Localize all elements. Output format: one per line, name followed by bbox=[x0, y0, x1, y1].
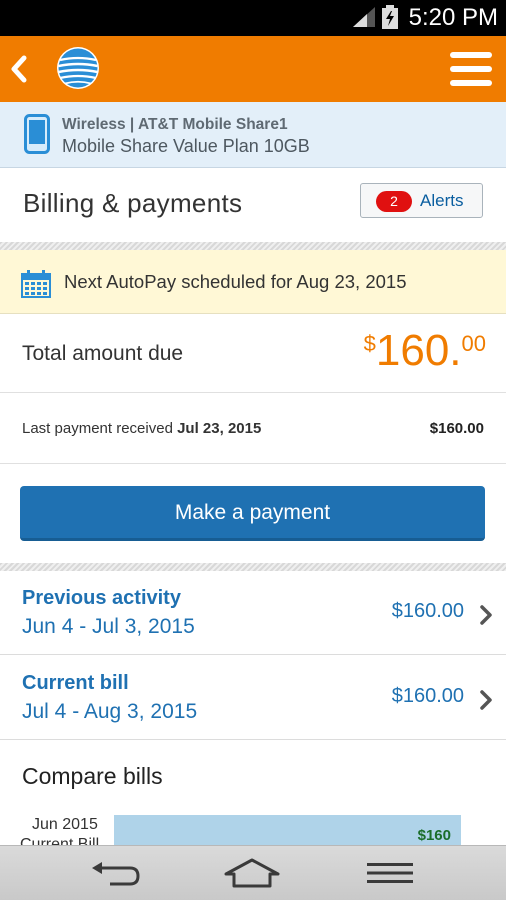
last-payment-text: Last payment received Jul 23, 2015 bbox=[22, 420, 261, 437]
currency-symbol: $ bbox=[363, 331, 376, 356]
nav-back-icon[interactable] bbox=[90, 860, 142, 888]
current-bill-amount: $160.00 bbox=[391, 685, 464, 707]
previous-activity-row[interactable]: Previous activity Jun 4 - Jul 3, 2015 $1… bbox=[0, 571, 506, 655]
account-plan: Mobile Share Value Plan 10GB bbox=[62, 136, 310, 156]
amount-cents: 00 bbox=[461, 331, 486, 356]
alerts-label: Alerts bbox=[420, 191, 464, 210]
amount-dollars: 160. bbox=[375, 326, 462, 375]
chevron-right-icon bbox=[480, 690, 492, 710]
compare-bills-title: Compare bills bbox=[22, 763, 163, 789]
compare-label: Jun 2015 bbox=[32, 816, 98, 833]
total-amount-due: Total amount due $160.00 bbox=[0, 315, 506, 393]
divider bbox=[0, 563, 506, 571]
previous-activity-amount: $160.00 bbox=[391, 600, 464, 622]
make-payment-button[interactable]: Make a payment bbox=[20, 486, 485, 541]
current-bill-dates: Jul 4 - Aug 3, 2015 bbox=[22, 700, 198, 723]
divider bbox=[0, 242, 506, 250]
clock: 5:20 PM bbox=[408, 4, 498, 31]
current-bill-title: Current bill bbox=[22, 672, 129, 694]
account-banner[interactable]: Wireless | AT&T Mobile Share1 Mobile Sha… bbox=[0, 102, 506, 168]
compare-bar-value: $160 bbox=[417, 827, 451, 844]
last-payment-label: Last payment received bbox=[22, 420, 178, 437]
last-payment: Last payment received Jul 23, 2015 $160.… bbox=[0, 394, 506, 464]
page-title: Billing & payments bbox=[23, 188, 243, 218]
chevron-right-icon bbox=[480, 605, 492, 625]
nav-recent-apps-icon[interactable] bbox=[367, 862, 413, 884]
status-bar: 5:20 PM bbox=[0, 0, 506, 36]
last-payment-amount: $160.00 bbox=[429, 420, 484, 437]
calendar-icon bbox=[21, 270, 51, 298]
last-payment-date: Jul 23, 2015 bbox=[177, 420, 262, 437]
previous-activity-title: Previous activity bbox=[22, 587, 181, 609]
account-type: Wireless | AT&T Mobile Share1 bbox=[62, 116, 288, 133]
previous-activity-dates: Jun 4 - Jul 3, 2015 bbox=[22, 615, 195, 638]
phone-icon bbox=[24, 114, 50, 154]
back-chevron-icon[interactable] bbox=[6, 50, 32, 88]
autopay-text: Next AutoPay scheduled for Aug 23, 2015 bbox=[64, 271, 407, 292]
nav-home-icon[interactable] bbox=[224, 858, 280, 888]
signal-icon bbox=[353, 7, 375, 27]
att-globe-logo bbox=[57, 47, 99, 89]
total-label: Total amount due bbox=[22, 342, 184, 365]
system-nav-bar bbox=[0, 845, 506, 900]
alerts-button[interactable]: 2 Alerts bbox=[360, 183, 483, 218]
alerts-count-badge: 2 bbox=[376, 191, 412, 212]
app-bar bbox=[0, 36, 506, 102]
current-bill-row[interactable]: Current bill Jul 4 - Aug 3, 2015 $160.00 bbox=[0, 656, 506, 740]
total-amount: $160.00 bbox=[364, 325, 486, 377]
billing-header: Billing & payments 2 Alerts bbox=[0, 168, 506, 242]
battery-charging-icon bbox=[382, 5, 398, 29]
autopay-notice: Next AutoPay scheduled for Aug 23, 2015 bbox=[0, 250, 506, 314]
hamburger-menu-icon[interactable] bbox=[450, 51, 492, 87]
